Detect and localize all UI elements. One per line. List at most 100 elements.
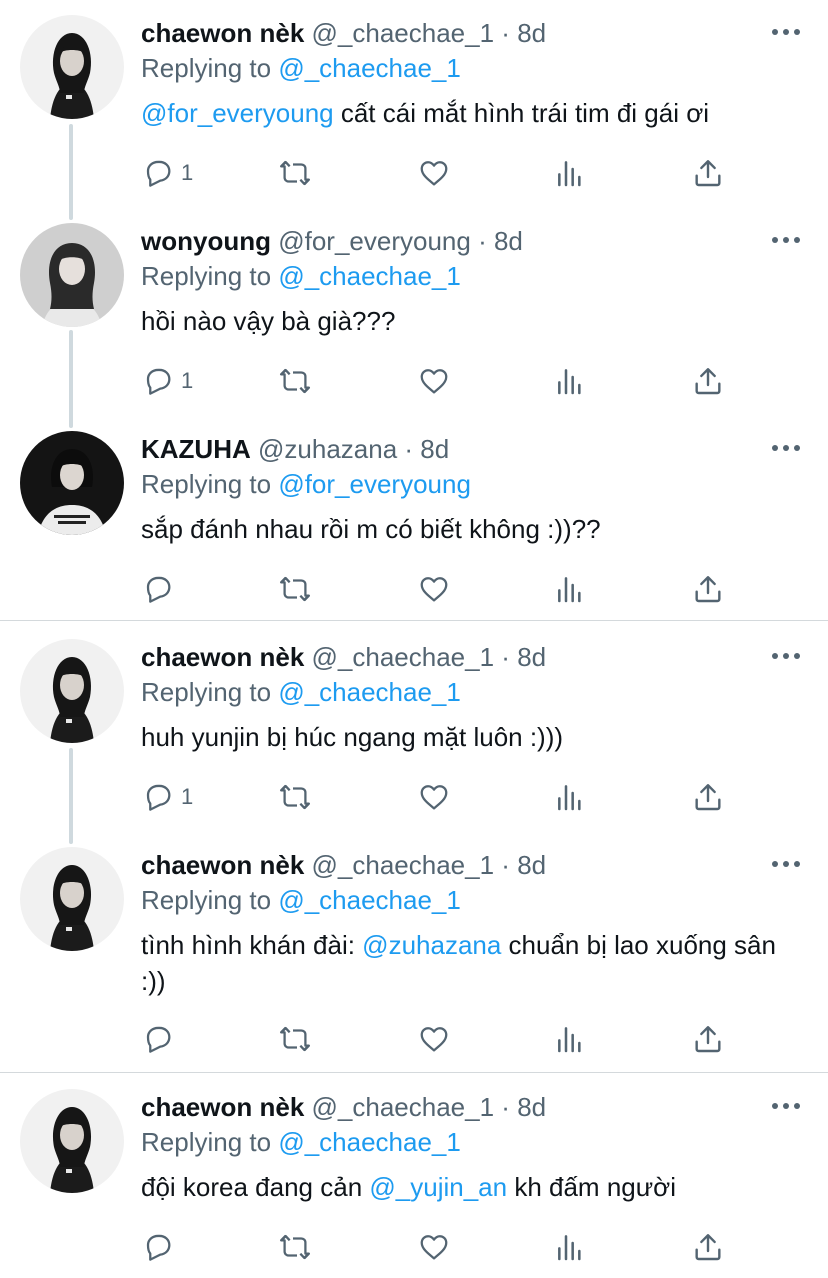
retweet-button[interactable] — [277, 365, 313, 397]
replying-to-label: Replying to — [141, 53, 279, 83]
reply-button[interactable]: 1 — [141, 365, 221, 397]
tweet-text: huh yunjin bị húc ngang mặt luôn :))) — [141, 719, 806, 755]
tweet[interactable]: wonyoung @for_everyoung · 8d Replying to… — [0, 223, 828, 405]
share-button[interactable] — [691, 1231, 725, 1263]
tweet-text-segment: tình hình khán đài: — [141, 930, 363, 960]
tweet[interactable]: chaewon nèk @_chaechae_1 · 8d Replying t… — [0, 847, 828, 1063]
replying-to-mention[interactable]: @_chaechae_1 — [278, 885, 461, 915]
author-name[interactable]: KAZUHA — [141, 434, 251, 464]
reply-icon — [146, 576, 171, 603]
views-button[interactable] — [553, 365, 587, 397]
thread-divider — [0, 620, 828, 621]
share-icon — [695, 1234, 721, 1261]
mention-link[interactable]: @for_everyoung — [141, 98, 334, 128]
replying-to-line: Replying to @for_everyoung — [141, 467, 471, 501]
avatar[interactable] — [20, 847, 124, 951]
reply-button[interactable]: 1 — [141, 781, 221, 813]
retweet-button[interactable] — [277, 573, 313, 605]
retweet-icon — [280, 1234, 310, 1260]
more-icon[interactable] — [772, 25, 802, 39]
author-handle[interactable]: @zuhazana — [258, 434, 397, 464]
replying-to-label: Replying to — [141, 677, 279, 707]
tweet-timestamp[interactable]: 8d — [517, 18, 546, 48]
author-handle[interactable]: @_chaechae_1 — [312, 1092, 495, 1122]
author-handle[interactable]: @for_everyoung — [278, 226, 471, 256]
author-handle[interactable]: @_chaechae_1 — [312, 642, 495, 672]
replying-to-mention[interactable]: @_chaechae_1 — [278, 53, 461, 83]
views-button[interactable] — [553, 781, 587, 813]
avatar[interactable] — [20, 431, 124, 535]
avatar[interactable] — [20, 639, 124, 743]
share-button[interactable] — [691, 365, 725, 397]
like-icon — [420, 1235, 448, 1260]
tweet-timestamp[interactable]: 8d — [517, 1092, 546, 1122]
replying-to-label: Replying to — [141, 1127, 279, 1157]
retweet-button[interactable] — [277, 1231, 313, 1263]
author-name[interactable]: chaewon nèk — [141, 18, 304, 48]
like-button[interactable] — [417, 365, 451, 397]
like-button[interactable] — [417, 157, 451, 189]
share-button[interactable] — [691, 573, 725, 605]
reply-button[interactable] — [141, 573, 221, 605]
share-button[interactable] — [691, 1023, 725, 1055]
views-button[interactable] — [553, 157, 587, 189]
tweet[interactable]: KAZUHA @zuhazana · 8d Replying to @for_e… — [0, 431, 828, 613]
tweet-header: KAZUHA @zuhazana · 8d — [141, 431, 449, 467]
share-icon — [695, 1026, 721, 1053]
more-icon[interactable] — [772, 1099, 802, 1113]
more-icon[interactable] — [772, 233, 802, 247]
views-button[interactable] — [553, 573, 587, 605]
replying-to-mention[interactable]: @for_everyoung — [278, 469, 471, 499]
tweet-text-segment: đội korea đang cản — [141, 1172, 370, 1202]
share-button[interactable] — [691, 781, 725, 813]
tweet-timestamp[interactable]: 8d — [494, 226, 523, 256]
tweet-header: chaewon nèk @_chaechae_1 · 8d — [141, 639, 546, 675]
replying-to-line: Replying to @_chaechae_1 — [141, 1125, 461, 1159]
reply-button[interactable] — [141, 1023, 221, 1055]
author-name[interactable]: chaewon nèk — [141, 850, 304, 880]
tweet-timestamp[interactable]: 8d — [517, 850, 546, 880]
replying-to-mention[interactable]: @_chaechae_1 — [278, 677, 461, 707]
retweet-button[interactable] — [277, 157, 313, 189]
like-button[interactable] — [417, 781, 451, 813]
author-name[interactable]: chaewon nèk — [141, 642, 304, 672]
more-icon[interactable] — [772, 857, 802, 871]
replying-to-mention[interactable]: @_chaechae_1 — [278, 261, 461, 291]
avatar[interactable] — [20, 15, 124, 119]
more-icon[interactable] — [772, 649, 802, 663]
like-button[interactable] — [417, 1231, 451, 1263]
retweet-button[interactable] — [277, 781, 313, 813]
retweet-icon — [280, 1026, 310, 1052]
more-icon[interactable] — [772, 441, 802, 455]
tweet[interactable]: chaewon nèk @_chaechae_1 · 8d Replying t… — [0, 15, 828, 197]
retweet-button[interactable] — [277, 1023, 313, 1055]
author-handle[interactable]: @_chaechae_1 — [312, 850, 495, 880]
share-button[interactable] — [691, 157, 725, 189]
share-icon — [695, 160, 721, 187]
like-button[interactable] — [417, 573, 451, 605]
reply-button[interactable]: 1 — [141, 157, 221, 189]
views-button[interactable] — [553, 1231, 587, 1263]
mention-link[interactable]: @_yujin_an — [369, 1172, 507, 1202]
tweet[interactable]: chaewon nèk @_chaechae_1 · 8d Replying t… — [0, 1089, 828, 1271]
separator-dot: · — [404, 434, 421, 464]
like-button[interactable] — [417, 1023, 451, 1055]
author-handle[interactable]: @_chaechae_1 — [312, 18, 495, 48]
mention-link[interactable]: @zuhazana — [362, 930, 501, 960]
tweet-header: wonyoung @for_everyoung · 8d — [141, 223, 523, 259]
views-button[interactable] — [553, 1023, 587, 1055]
tweet-timestamp[interactable]: 8d — [420, 434, 449, 464]
tweet-timestamp[interactable]: 8d — [517, 642, 546, 672]
retweet-icon — [280, 576, 310, 602]
reply-button[interactable] — [141, 1231, 221, 1263]
tweet-text: @for_everyoung cất cái mắt hình trái tim… — [141, 95, 806, 131]
tweet[interactable]: chaewon nèk @_chaechae_1 · 8d Replying t… — [0, 639, 828, 821]
tweet-header: chaewon nèk @_chaechae_1 · 8d — [141, 1089, 546, 1125]
author-name[interactable]: wonyoung — [141, 226, 271, 256]
author-name[interactable]: chaewon nèk — [141, 1092, 304, 1122]
like-icon — [420, 369, 448, 394]
replying-to-mention[interactable]: @_chaechae_1 — [278, 1127, 461, 1157]
separator-dot: · — [501, 642, 518, 672]
avatar[interactable] — [20, 223, 124, 327]
avatar[interactable] — [20, 1089, 124, 1193]
